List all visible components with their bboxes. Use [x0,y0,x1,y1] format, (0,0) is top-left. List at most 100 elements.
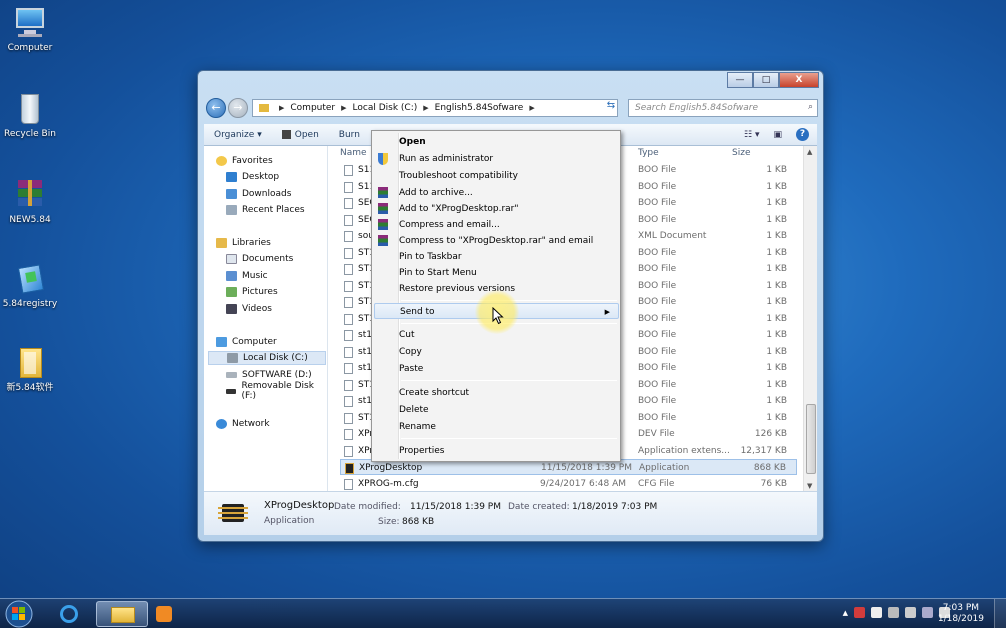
menu-item-paste[interactable]: Paste [399,361,619,377]
clock[interactable]: 7:03 PM 1/18/2019 [938,603,984,625]
menu-item-delete[interactable]: Delete [399,402,619,418]
column-header-name[interactable]: Name [340,148,367,158]
menu-item-troubleshoot[interactable]: Troubleshoot compatibility [399,168,619,184]
desktop-icon-label: 5.84registry [2,299,58,309]
pictures-icon [226,287,237,297]
show-desktop-button[interactable] [994,599,1006,628]
tray-network-icon[interactable] [888,607,899,618]
menu-item-pin-start[interactable]: Pin to Start Menu [399,265,619,281]
breadcrumb-folder[interactable]: English5.84Sofware [435,103,524,113]
menu-item-run-as-admin[interactable]: Run as administrator [399,151,619,167]
nav-software-drive[interactable]: SOFTWARE (D:) [226,368,312,382]
menu-item-compress-email[interactable]: Compress and email... [399,217,619,233]
nav-label: Local Disk (C:) [243,353,308,363]
column-header-type[interactable]: Type [638,148,659,158]
details-created-value: 1/18/2019 7:03 PM [572,502,658,512]
computer-small-icon [216,337,227,347]
computer-icon [12,6,48,40]
menu-item-create-shortcut[interactable]: Create shortcut [399,385,619,401]
forward-button[interactable]: → [228,98,248,118]
nav-label: Network [232,419,270,429]
tray-flag-icon[interactable] [871,607,882,618]
details-file-type: Application [264,516,315,526]
nav-downloads[interactable]: Downloads [226,187,291,201]
scroll-thumb[interactable] [806,404,816,474]
tray-app-icon[interactable] [854,607,865,618]
back-button[interactable]: ← [206,98,226,118]
nav-network[interactable]: Network [216,417,270,431]
breadcrumb-computer[interactable]: Computer [290,103,335,113]
nav-libraries[interactable]: Libraries [216,236,271,250]
menu-item-pin-taskbar[interactable]: Pin to Taskbar [399,249,619,265]
nav-documents[interactable]: Documents [226,252,293,266]
nav-favorites[interactable]: Favorites [216,154,273,168]
close-button[interactable]: X [779,72,819,88]
clock-date: 1/18/2019 [937,614,984,624]
open-button[interactable]: Open [272,129,329,140]
nav-desktop[interactable]: Desktop [226,170,279,184]
scroll-down-icon[interactable]: ▼ [807,482,812,490]
file-icon [344,231,353,242]
nav-local-disk[interactable]: Local Disk (C:) [208,351,326,365]
menu-item-properties[interactable]: Properties [399,443,619,459]
tray-volume-icon[interactable] [905,607,916,618]
nav-label: Removable Disk (F:) [241,381,314,401]
back-arrow-icon: ← [211,101,221,114]
file-row[interactable]: XPROG-m.cfg 9/24/2017 6:48 AM CFG File 76 K… [340,476,797,492]
file-type: BOO File [638,247,677,258]
file-type: BOO File [638,363,677,373]
nav-label: Pictures [242,287,278,297]
file-size: 1 KB [766,264,787,274]
breadcrumb-local-disk[interactable]: Local Disk (C:) [353,103,418,113]
file-type: BOO File [638,181,677,192]
nav-label: Music [242,271,268,281]
menu-item-copy[interactable]: Copy [399,344,619,360]
file-size: 1 KB [766,214,787,225]
nav-pictures[interactable]: Pictures [226,285,278,299]
xprog-app-icon [218,498,248,528]
taskbar-explorer[interactable] [96,601,148,627]
nav-recent[interactable]: Recent Places [226,203,305,217]
burn-button[interactable]: Burn [329,130,370,140]
file-type: BOO File [638,379,677,390]
menu-item-add-to-rar[interactable]: Add to "XProgDesktop.rar" [399,201,619,217]
nav-removable-disk[interactable]: Removable Disk (F:) [226,381,327,401]
tray-display-icon[interactable] [922,607,933,618]
forward-arrow-icon: → [233,101,243,114]
chevron-right-icon: ▶ [423,104,429,112]
nav-videos[interactable]: Videos [226,302,272,316]
desktop-icon-registry[interactable]: 5.84registry [0,262,60,310]
file-icon [344,478,353,490]
nav-label: Videos [242,304,272,314]
menu-item-add-to-archive[interactable]: Add to archive... [399,185,619,201]
menu-item-compress-rar-email[interactable]: Compress to "XProgDesktop.rar" and email [399,233,619,249]
file-type: BOO File [638,297,677,307]
nav-computer[interactable]: Computer [216,335,277,349]
minimize-button[interactable]: — [727,72,753,88]
refresh-button[interactable]: ⇆ [603,100,619,116]
taskbar-ie[interactable] [44,601,96,627]
taskbar-media-player[interactable] [148,601,180,627]
vertical-scrollbar[interactable]: ▲ ▼ [803,146,817,492]
folder-small-icon [259,104,269,112]
search-input[interactable]: Search English5.84Sofware ⌕ [628,99,818,117]
maximize-button[interactable]: □ [753,72,779,88]
view-options-icon[interactable]: ☷ ▾ [744,130,759,140]
menu-item-open[interactable]: Open [399,134,619,150]
menu-item-rename[interactable]: Rename [399,419,619,435]
address-bar[interactable]: ▶ Computer ▶ Local Disk (C:) ▶ English5.… [252,99,618,117]
desktop-icon-new584[interactable]: NEW5.84 [0,178,60,226]
file-icon [344,181,353,193]
desktop-icon-folder[interactable]: 新5.84软件 [0,346,60,394]
start-button[interactable] [4,599,36,628]
desktop-icon-label: Computer [7,43,53,53]
column-header-size[interactable]: Size [732,148,750,158]
tray-expand-icon[interactable]: ▲ [843,609,848,617]
desktop-icon-recycle-bin[interactable]: Recycle Bin [0,92,60,140]
nav-music[interactable]: Music [226,269,268,283]
desktop-icon-computer[interactable]: Computer [0,6,60,54]
scroll-up-icon[interactable]: ▲ [807,148,812,156]
help-icon[interactable]: ? [796,128,809,141]
organize-button[interactable]: Organize ▾ [204,130,272,140]
preview-pane-icon[interactable]: ▣ [773,130,782,140]
